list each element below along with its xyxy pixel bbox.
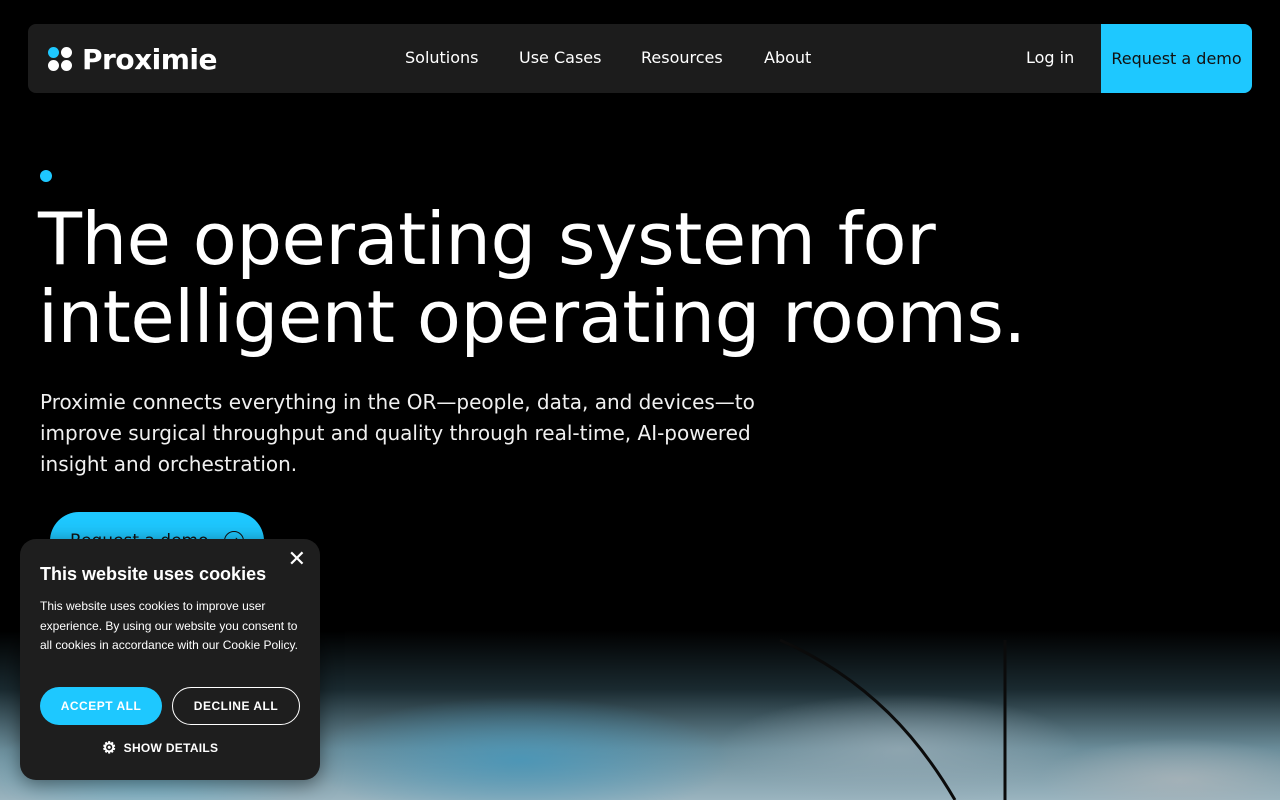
nav-item-use-cases[interactable]: Use Cases [519, 48, 601, 68]
hero-accent-dot [40, 170, 52, 182]
cookie-banner-title: This website uses cookies [40, 564, 267, 584]
gear-icon: ⚙ [102, 740, 117, 757]
hero-subtitle: Proximie connects everything in the OR—p… [40, 390, 755, 476]
close-icon[interactable]: ✕ [288, 547, 306, 571]
nav-item-resources[interactable]: Resources [641, 48, 723, 68]
cookie-banner: ✕ This website uses cookies This website… [20, 539, 320, 780]
login-link[interactable]: Log in [1026, 48, 1074, 68]
logo-mark-icon [48, 46, 74, 72]
show-details-label: SHOW DETAILS [123, 741, 219, 755]
request-demo-button[interactable]: Request a demo [1101, 24, 1252, 93]
hero-title-line-2: intelligent operating rooms. [38, 275, 1026, 359]
cookie-banner-text: This website uses cookies to improve use… [40, 599, 298, 652]
logo-text: Proximie [82, 42, 218, 76]
hero-title: The operating system for intelligent ope… [38, 200, 1038, 356]
show-details-button[interactable]: ⚙ SHOW DETAILS [102, 739, 218, 757]
logo[interactable]: Proximie [48, 42, 218, 76]
decline-all-button[interactable]: DECLINE ALL [172, 687, 300, 725]
nav-item-solutions[interactable]: Solutions [405, 48, 479, 68]
top-navigation: Proximie Solutions Use Cases Resources A… [28, 24, 1252, 93]
nav-item-about[interactable]: About [764, 48, 811, 68]
accept-all-button[interactable]: ACCEPT ALL [40, 687, 162, 725]
hero-title-line-1: The operating system for [38, 197, 936, 281]
